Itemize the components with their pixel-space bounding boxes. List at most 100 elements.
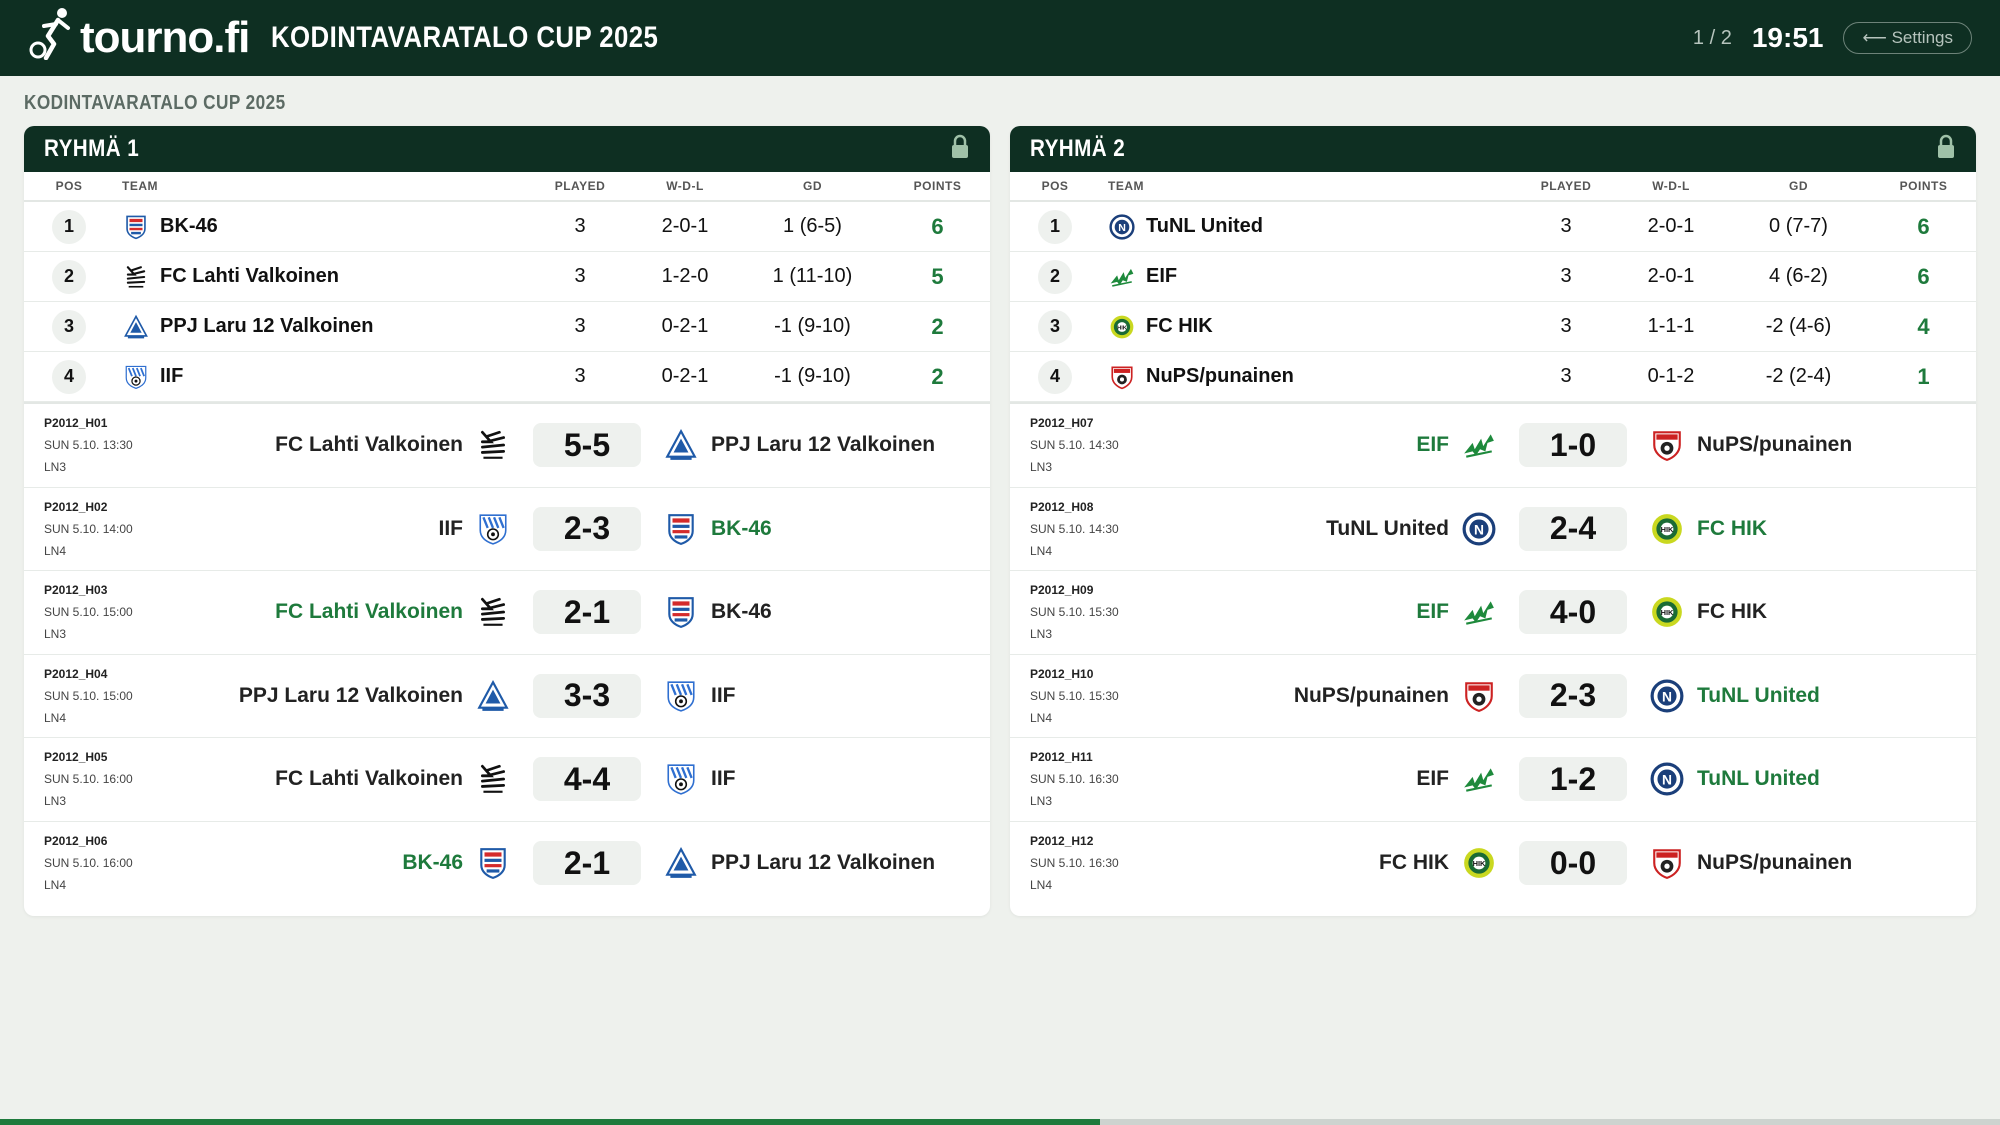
standings-row[interactable]: 2 EIF 3 2-0-1 4 (6-2) 6	[1010, 252, 1976, 302]
team-name[interactable]: FC HIK	[1146, 315, 1213, 338]
played-cell: 3	[574, 215, 586, 237]
fc-lahti-crest-icon	[475, 427, 511, 463]
match-row[interactable]: P2012_H11 SUN 5.10. 16:30 LN3 EIF 1-2 N TuNL U…	[1010, 738, 1976, 822]
match-code: P2012_H11	[1030, 750, 1093, 765]
away-team: BK-46	[651, 511, 970, 547]
away-team-name[interactable]: FC HIK	[1697, 517, 1767, 541]
home-team-name[interactable]: FC Lahti Valkoinen	[275, 433, 463, 457]
away-team: NuPS/punainen	[1637, 427, 1956, 463]
home-team-name[interactable]: FC HIK	[1379, 851, 1449, 875]
home-team-name[interactable]: FC Lahti Valkoinen	[275, 767, 463, 791]
home-team: NuPS/punainen	[1190, 678, 1509, 714]
standings-row[interactable]: 1 N TuNL United 3 2-0-1 0 (7-7) 6	[1010, 202, 1976, 252]
played-cell: 3	[1560, 265, 1572, 287]
away-team-name[interactable]: TuNL United	[1697, 684, 1820, 708]
match-row[interactable]: P2012_H06 SUN 5.10. 16:00 LN4 BK-46 2-1 PPJ L…	[24, 822, 990, 906]
column-header-pos: POS	[1041, 179, 1069, 193]
team-name[interactable]: IIF	[160, 365, 183, 388]
position-badge: 3	[52, 309, 86, 344]
goal-difference-cell: -1 (9-10)	[774, 315, 851, 337]
match-field: LN4	[1030, 878, 1053, 893]
home-team: EIF	[1190, 594, 1509, 630]
match-field: LN4	[44, 878, 67, 893]
eif-crest-icon	[1461, 427, 1497, 463]
position-badge: 3	[1038, 309, 1072, 344]
team-name[interactable]: NuPS/punainen	[1146, 365, 1294, 388]
team-name[interactable]: FC Lahti Valkoinen	[160, 265, 339, 288]
match-meta: P2012_H07 SUN 5.10. 14:30 LN3	[1030, 412, 1190, 478]
match-row[interactable]: P2012_H04 SUN 5.10. 15:00 LN4 PPJ Laru 12 V…	[24, 655, 990, 738]
away-team-name[interactable]: BK-46	[711, 517, 772, 541]
away-team: HIK FC HIK	[1637, 594, 1956, 630]
standings-header: POS TEAM PLAYED W-D-L GD POINTS	[1010, 172, 1976, 202]
match-row[interactable]: P2012_H01 SUN 5.10. 13:30 LN3 FC Lahti Valk…	[24, 404, 990, 488]
standings-row[interactable]: 2 FC Lahti Valkoinen 3 1-2-0 1 (11-10) 5	[24, 252, 990, 302]
away-team-name[interactable]: NuPS/punainen	[1697, 433, 1852, 457]
home-team: BK-46	[204, 845, 523, 881]
standings-row[interactable]: 4 NuPS/punainen 3 0-1-2 -2 (2-4) 1	[1010, 352, 1976, 402]
team-name[interactable]: TuNL United	[1146, 215, 1263, 238]
match-row[interactable]: P2012_H05 SUN 5.10. 16:00 LN3 FC Lahti Valk…	[24, 738, 990, 822]
match-row[interactable]: P2012_H09 SUN 5.10. 15:30 LN3 EIF 4-0 HIK FC H…	[1010, 571, 1976, 655]
standings-row[interactable]: 3 HIK FC HIK 3 1-1-1 -2 (4-6) 4	[1010, 302, 1976, 352]
settings-button[interactable]: ⟵ Settings	[1843, 22, 1972, 54]
home-team-name[interactable]: EIF	[1416, 433, 1449, 457]
match-field: LN3	[44, 794, 67, 809]
away-team-name[interactable]: TuNL United	[1697, 767, 1820, 791]
tourno-logo[interactable]: tourno.fi	[28, 6, 250, 71]
position-cell: 4	[1010, 359, 1100, 394]
svg-text:HIK: HIK	[1117, 325, 1128, 331]
standings-row[interactable]: 4 IIF 3 0-2-1 -1 (9-10) 2	[24, 352, 990, 402]
home-team-name[interactable]: FC Lahti Valkoinen	[275, 600, 463, 624]
match-row[interactable]: P2012_H08 SUN 5.10. 14:30 LN4 TuNL United N 2…	[1010, 488, 1976, 571]
away-team-name[interactable]: NuPS/punainen	[1697, 851, 1852, 875]
match-row[interactable]: P2012_H03 SUN 5.10. 15:00 LN3 FC Lahti Valk…	[24, 571, 990, 655]
away-team-name[interactable]: IIF	[711, 767, 736, 791]
home-team-name[interactable]: IIF	[439, 517, 464, 541]
nups-crest-icon	[1108, 363, 1136, 391]
home-team-name[interactable]: BK-46	[402, 851, 463, 875]
fchik-crest-icon: HIK	[1108, 313, 1136, 341]
standings-row[interactable]: 1 BK-46 3 2-0-1 1 (6-5) 6	[24, 202, 990, 252]
team-name[interactable]: BK-46	[160, 215, 218, 238]
runner-logo-icon	[28, 6, 80, 71]
home-team-name[interactable]: NuPS/punainen	[1294, 684, 1449, 708]
home-team-name[interactable]: PPJ Laru 12 Valkoinen	[239, 684, 463, 708]
team-cell: NuPS/punainen	[1100, 363, 1516, 391]
home-team-name[interactable]: TuNL United	[1326, 517, 1449, 541]
column-header-gd: GD	[803, 179, 822, 193]
goal-difference-cell: 1 (6-5)	[783, 215, 842, 237]
away-team-name[interactable]: IIF	[711, 684, 736, 708]
svg-text:HIK: HIK	[1661, 525, 1674, 534]
match-time: SUN 5.10. 15:00	[44, 605, 133, 620]
home-team-name[interactable]: EIF	[1416, 767, 1449, 791]
cup-title: KODINTAVARATALO CUP 2025	[271, 21, 659, 54]
standings-row[interactable]: 3 PPJ Laru 12 Valkoinen 3 0-2-1 -1 (9-10) 2	[24, 302, 990, 352]
match-row[interactable]: P2012_H10 SUN 5.10. 15:30 LN4 NuPS/punainen…	[1010, 655, 1976, 738]
away-team: BK-46	[651, 594, 970, 630]
match-row[interactable]: P2012_H02 SUN 5.10. 14:00 LN4 IIF 2-3 BK-46	[24, 488, 990, 571]
match-score: 2-3	[533, 506, 641, 551]
played-cell: 3	[1560, 215, 1572, 237]
match-row[interactable]: P2012_H07 SUN 5.10. 14:30 LN3 EIF 1-0 NuPS/pu…	[1010, 404, 1976, 488]
home-team-name[interactable]: EIF	[1416, 600, 1449, 624]
away-team-name[interactable]: BK-46	[711, 600, 772, 624]
points-cell: 5	[885, 264, 990, 290]
team-name[interactable]: PPJ Laru 12 Valkoinen	[160, 315, 373, 338]
match-code: P2012_H07	[1030, 416, 1094, 431]
svg-text:N: N	[1662, 688, 1672, 704]
match-row[interactable]: P2012_H12 SUN 5.10. 16:30 LN4 FC HIK HIK 0-0 N…	[1010, 822, 1976, 906]
team-cell: IIF	[114, 363, 530, 391]
team-name[interactable]: EIF	[1146, 265, 1177, 288]
played-cell: 3	[1560, 315, 1572, 337]
away-team-name[interactable]: PPJ Laru 12 Valkoinen	[711, 851, 935, 875]
tunl-crest-icon: N	[1461, 511, 1497, 547]
logo-text: tourno.fi	[80, 13, 250, 62]
away-team-name[interactable]: PPJ Laru 12 Valkoinen	[711, 433, 935, 457]
match-code: P2012_H09	[1030, 583, 1094, 598]
away-team: HIK FC HIK	[1637, 511, 1956, 547]
away-team-name[interactable]: FC HIK	[1697, 600, 1767, 624]
group-title: RYHMÄ 1	[44, 135, 140, 162]
fc-lahti-crest-icon	[475, 594, 511, 630]
column-header-played: PLAYED	[1540, 179, 1592, 193]
